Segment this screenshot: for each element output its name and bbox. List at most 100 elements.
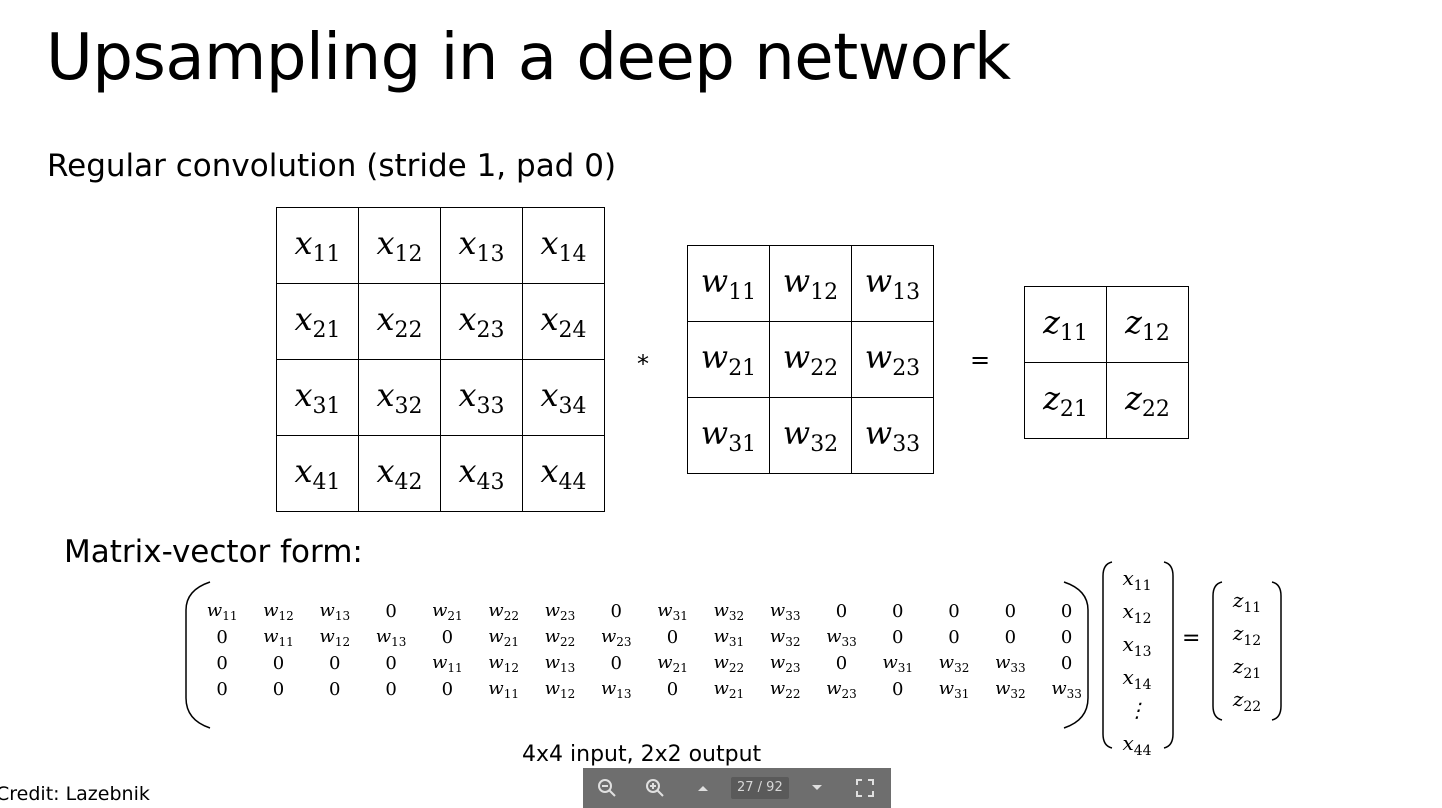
x-vector-entry: x13 (1122, 632, 1152, 660)
kernel-grid-cell: w13 (851, 245, 934, 322)
kernel-grid-cell: w23 (851, 321, 934, 398)
matrix-entry: 0 (385, 600, 397, 622)
matrix-entry: 0 (1004, 600, 1017, 622)
cell-index: 14 (558, 242, 587, 267)
kernel-grid-row: w31 w32 w33 (687, 397, 934, 474)
page-up-icon (698, 786, 708, 791)
fullscreen-icon (855, 779, 874, 797)
matrix-entry: 0 (891, 626, 904, 648)
matrix-entry: w22 (713, 651, 745, 675)
output-grid-row: z21 z22 (1024, 362, 1189, 439)
cell-index: 41 (312, 470, 341, 495)
kernel-grid-cell: w11 (687, 245, 770, 322)
matrix-entry: w12 (544, 677, 576, 701)
matrix-row: 0 w11 w12 w13 0 w21 w22 w23 0 w31 w32 w33 0 0 0 0 (194, 624, 1095, 650)
input-grid-cell: x33 (440, 359, 523, 436)
cell-index: 23 (892, 356, 921, 381)
matrix-entry: w21 (488, 625, 519, 649)
matrix-entry: 0 (216, 626, 228, 648)
fullscreen-button[interactable] (841, 768, 889, 808)
matrix-entry: 0 (666, 626, 679, 648)
input-grid-cell: x43 (440, 435, 523, 512)
matrix-entry: 0 (441, 678, 454, 700)
z-vector: z11 z12 z21 z22 (1222, 584, 1272, 716)
zoom-out-button[interactable] (583, 768, 631, 808)
matrix-entry: w11 (206, 599, 238, 623)
matrix-entry: w33 (769, 599, 801, 623)
input-grid-cell: x44 (522, 435, 605, 512)
matrix-entry: w23 (769, 651, 801, 675)
kernel-grid-cell: w32 (769, 397, 852, 474)
x-vector-entry: x12 (1122, 599, 1152, 627)
matrix-entry: 0 (441, 626, 454, 648)
matrix-entry: 0 (272, 678, 285, 700)
page-down-icon (811, 785, 822, 790)
cell-index: 11 (1059, 321, 1088, 346)
cell-index: 22 (394, 318, 423, 343)
output-grid-cell: z11 (1024, 286, 1107, 363)
matrix-entry: 0 (385, 678, 397, 700)
input-grid-row: x21 x22 x23 x24 (276, 283, 605, 360)
matrix-entry: 0 (948, 600, 960, 622)
matrix-row: w11 w12 w13 0 w21 w22 w23 0 w31 w32 w33 0 0 0 0 0 (194, 598, 1095, 624)
x-vector: x11 x12 x13 x14 ⋮ x44 (1112, 562, 1162, 760)
kernel-grid-row: w21 w22 w23 (687, 321, 934, 398)
matrix-entry: 0 (385, 652, 397, 674)
matrix-entry: w23 (826, 677, 857, 701)
matrix-entry: 0 (891, 600, 904, 622)
cell-index: 33 (476, 394, 505, 419)
z-vector-entry: z22 (1232, 687, 1262, 715)
input-grid-cell: x41 (276, 435, 359, 512)
input-grid-cell: x21 (276, 283, 359, 360)
matrix-entry: 0 (329, 678, 341, 700)
matrix-vector-title: Matrix-vector form: (64, 534, 363, 570)
x-vector-right-paren (1163, 561, 1174, 749)
matrix-entry: w12 (488, 651, 519, 675)
output-grid-cell: z22 (1106, 362, 1189, 439)
slide-title: Upsampling in a deep network (46, 21, 1011, 95)
matrix-entry: 0 (835, 600, 848, 622)
input-grid-cell: x14 (522, 207, 605, 284)
input-grid-cell: x42 (358, 435, 441, 512)
kernel-grid-cell: w21 (687, 321, 770, 398)
matrix-entry: w13 (544, 651, 576, 675)
matrix-entry: 0 (835, 652, 848, 674)
matrix-entry: w13 (600, 677, 632, 701)
matrix-entry: 0 (329, 652, 341, 674)
matrix-entry: 0 (948, 626, 960, 648)
cell-index: 12 (394, 242, 423, 267)
slide-subtitle: Regular convolution (stride 1, pad 0) (47, 148, 617, 184)
matrix-entry: 0 (216, 678, 228, 700)
weight-matrix: w11 w12 w13 0 w21 w22 w23 0 w31 w32 w33 0 0 0 0 0 0 w11 w1… (194, 598, 1095, 702)
input-grid-row: x31 x32 x33 x34 (276, 359, 605, 436)
page-indicator[interactable]: 27 / 92 (731, 777, 789, 799)
matrix-right-paren (1063, 581, 1089, 729)
input-grid-cell: x24 (522, 283, 605, 360)
cell-index: 22 (810, 356, 839, 381)
output-grid-cell: z21 (1024, 362, 1107, 439)
matrix-entry: 0 (610, 652, 622, 674)
cell-index: 44 (558, 470, 587, 495)
input-grid: x11 x12 x13 x14 x21 x22 x23 x24 x31 x32 x33 x34 x41 x… (276, 207, 605, 512)
matrix-equals-sign: = (1182, 626, 1201, 651)
zoom-in-button[interactable] (631, 768, 679, 808)
cell-index: 33 (892, 432, 921, 457)
z-vector-entry: z11 (1232, 588, 1262, 616)
cell-index: 13 (476, 242, 505, 267)
matrix-row: 0 0 0 0 0 w11 w12 w13 0 w21 w22 w23 0 w31 w32 w33 (194, 676, 1095, 702)
previous-page-button[interactable] (679, 768, 727, 808)
cell-index: 13 (892, 280, 921, 305)
matrix-entry: w22 (544, 625, 576, 649)
next-page-button[interactable] (793, 768, 841, 808)
x-vector-entry: x14 (1122, 665, 1152, 693)
matrix-row: 0 0 0 0 w11 w12 w13 0 w21 w22 w23 0 w31 w32 w33 0 (194, 650, 1095, 676)
input-grid-cell: x13 (440, 207, 523, 284)
matrix-entry: w31 (882, 651, 914, 675)
cell-index: 43 (476, 470, 505, 495)
matrix-entry: w31 (938, 677, 970, 701)
cell-index: 32 (394, 394, 423, 419)
matrix-entry: w32 (769, 625, 801, 649)
cell-index: 21 (312, 318, 341, 343)
input-grid-cell: x23 (440, 283, 523, 360)
x-vector-entry: x11 (1122, 566, 1152, 594)
